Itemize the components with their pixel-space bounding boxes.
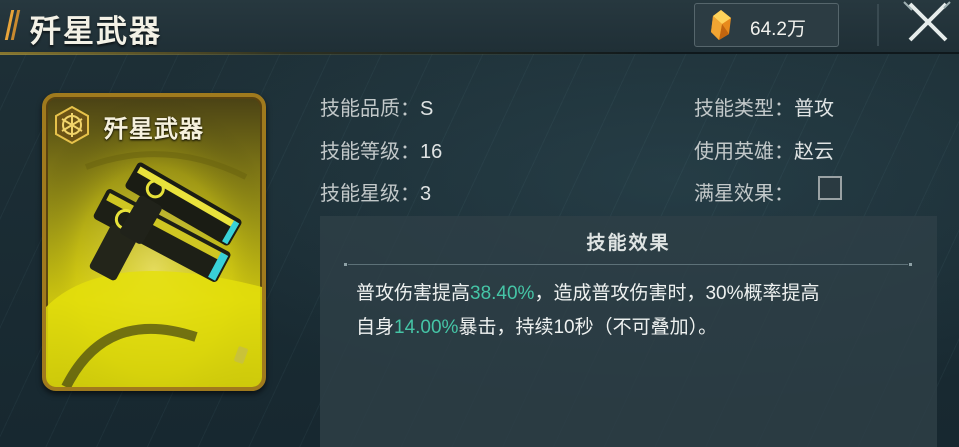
attr-quality-label: 技能品质： (320, 98, 420, 120)
attr-quality: 技能品质：S (320, 92, 433, 121)
currency-value: 64.2万 (750, 19, 806, 40)
effect-title: 技能效果 (586, 233, 671, 254)
attr-star: 技能星级：3 (320, 177, 431, 206)
attr-star-value: 3 (420, 183, 432, 205)
effect-divider (344, 263, 912, 266)
attr-type-label: 技能类型： (694, 98, 794, 120)
attr-hero-label: 使用英雄： (694, 141, 794, 163)
effect-line-2-text-b: 暴击，持续10秒（不可叠加）。 (458, 317, 718, 338)
attr-star-label: 技能星级： (320, 183, 420, 205)
attr-type-value: 普攻 (794, 98, 834, 120)
fullstar-checkbox[interactable] (818, 176, 842, 200)
close-icon[interactable] (898, 0, 956, 48)
effect-line-2: 自身14.00%暴击，持续10秒（不可叠加）。 (356, 312, 717, 339)
hexagon-badge-icon (55, 105, 89, 145)
effect-value-damage: 38.40% (470, 283, 535, 304)
attr-type: 技能类型：普攻 (694, 92, 834, 121)
attr-fullstar-label: 满星效果： (694, 183, 794, 205)
currency-display[interactable]: 64.2万 (694, 3, 839, 47)
attr-fullstar: 满星效果： (694, 177, 794, 206)
header-divider (877, 4, 879, 46)
attr-level: 技能等级：16 (320, 135, 442, 164)
attr-hero-value: 赵云 (794, 141, 834, 163)
crystal-icon (711, 10, 731, 40)
attr-hero: 使用英雄：赵云 (694, 135, 834, 164)
effect-line-2-text-a: 自身 (356, 317, 395, 338)
skill-card[interactable]: 歼星武器 (42, 93, 266, 391)
effect-line-1: 普攻伤害提高38.40%，造成普攻伤害时，30%概率提高 (356, 278, 820, 305)
attr-quality-value: S (420, 98, 434, 120)
card-title: 歼星武器 (104, 114, 204, 143)
title-accent-icon (4, 10, 21, 40)
effect-line-1-text-b: ，造成普攻伤害时，30%概率提高 (534, 283, 820, 304)
page-title: 歼星武器 (30, 14, 162, 50)
header-underline (0, 52, 959, 55)
effect-value-crit: 14.00% (394, 317, 459, 338)
header-bar: 歼星武器 64.2万 (0, 0, 959, 54)
attr-level-label: 技能等级： (320, 141, 420, 163)
attr-level-value: 16 (420, 141, 443, 163)
skill-effect-panel: 技能效果 普攻伤害提高38.40%，造成普攻伤害时，30%概率提高 自身14.0… (320, 216, 937, 447)
effect-line-1-text-a: 普攻伤害提高 (356, 283, 471, 304)
